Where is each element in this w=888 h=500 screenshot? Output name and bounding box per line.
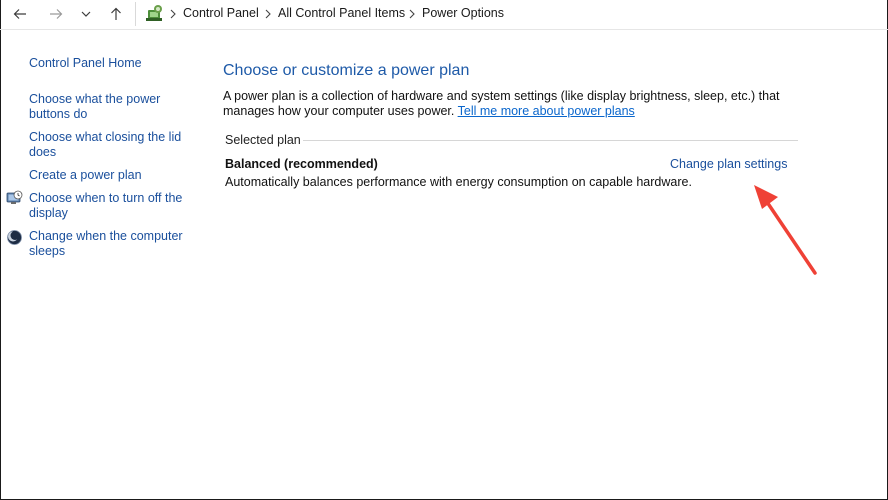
- recent-locations-button[interactable]: [76, 4, 96, 24]
- arrow-up-icon: [111, 7, 121, 20]
- moon-icon: [7, 230, 22, 245]
- up-button[interactable]: [106, 4, 126, 24]
- forward-button[interactable]: [46, 4, 66, 24]
- annotation-arrow-icon: [754, 185, 817, 275]
- plan-description: Automatically balances performance with …: [225, 175, 692, 189]
- sidebar-item-closing-lid[interactable]: Choose what closing the lid does: [29, 130, 194, 160]
- breadcrumb-control-panel[interactable]: Control Panel: [183, 6, 259, 20]
- page-description: A power plan is a collection of hardware…: [223, 89, 823, 119]
- learn-more-link[interactable]: Tell me more about power plans: [458, 104, 635, 118]
- page-title: Choose or customize a power plan: [223, 62, 470, 79]
- sidebar-item-power-buttons[interactable]: Choose what the power buttons do: [29, 92, 194, 122]
- address-separator: [135, 2, 136, 26]
- section-divider: [303, 140, 798, 141]
- chevron-right-icon: [409, 9, 415, 19]
- sidebar-item-create-plan[interactable]: Create a power plan: [29, 168, 194, 183]
- chevron-down-icon: [81, 11, 91, 17]
- breadcrumb-all-items[interactable]: All Control Panel Items: [278, 6, 405, 20]
- change-plan-settings-link[interactable]: Change plan settings: [670, 157, 787, 171]
- plan-name: Balanced (recommended): [225, 157, 378, 171]
- back-button[interactable]: [10, 4, 30, 24]
- chevron-right-icon: [265, 9, 271, 19]
- sidebar-item-home[interactable]: Control Panel Home: [29, 56, 194, 71]
- address-bar: Control Panel All Control Panel Items Po…: [0, 0, 888, 30]
- sidebar-item-display-off[interactable]: Choose when to turn off the display: [29, 191, 194, 221]
- display-clock-icon: [6, 190, 23, 204]
- control-panel-icon: [146, 5, 162, 21]
- selected-plan-label: Selected plan: [225, 133, 301, 147]
- sidebar-item-sleep[interactable]: Change when the computer sleeps: [29, 229, 194, 259]
- breadcrumb-power-options[interactable]: Power Options: [422, 6, 504, 20]
- arrow-left-icon: [13, 9, 26, 19]
- arrow-right-icon: [50, 9, 63, 19]
- chevron-right-icon: [170, 9, 176, 19]
